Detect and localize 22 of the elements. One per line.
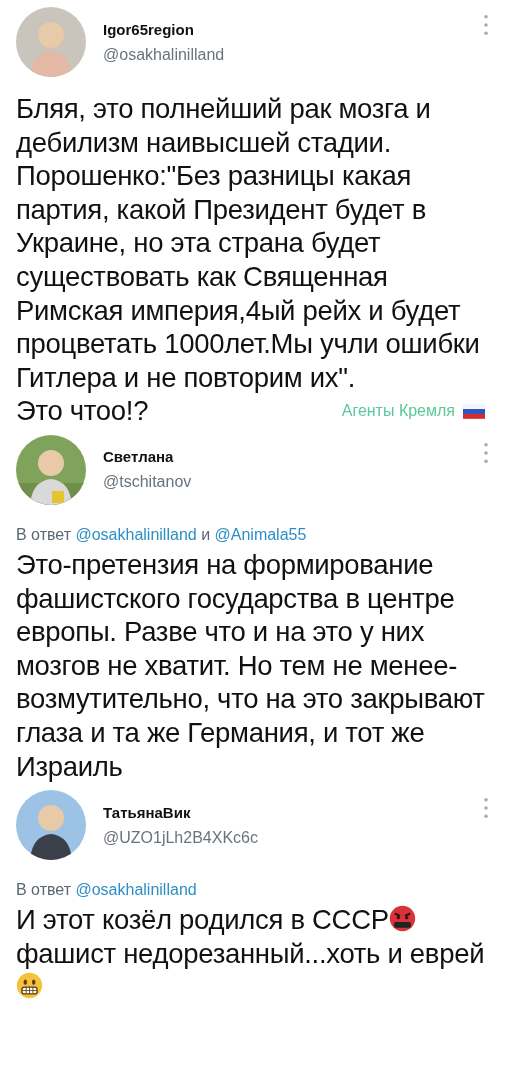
mention-link[interactable]: @osakhalinilland [75, 881, 197, 899]
tag-label: Агенты Кремля [341, 402, 455, 421]
tweet-text: Бляя, это полнейший рак мозга и дебилизм наивысшей стадии. Порошенко:"Без разницы какая партия, какой Президент будет в Украине, но эта страна будет существовать как Священная Римская империя,4ый рейх и будет процветать 1000лет.Мы учли ошибки Гитлера и не повторим их". [16, 92, 481, 395]
mention-link[interactable]: @Animala55 [214, 525, 307, 543]
user-handle[interactable]: @osakhalinilland [103, 45, 483, 64]
reply-line: В ответ @osakhalinilland [16, 881, 198, 900]
tweet-text: Это-претензия на формирование фашистского государства в центре европы. Разве что и на это у них мозгов не хватит. Но тем не менее-возмутительно, что на это закрывают глаза и та же Германия, и тот же Израиль [16, 547, 486, 784]
mention-link[interactable]: @osakhalinilland [75, 525, 197, 543]
more-icon[interactable] [483, 797, 489, 820]
grimacing-face-icon [16, 972, 43, 1000]
reply-line: В ответ @osakhalinilland и @Animala55 [16, 525, 308, 544]
angry-face-icon [388, 905, 416, 933]
user-name[interactable]: Светлана [103, 448, 483, 466]
tweet-text: И этот козёл родился в СССР фашист недорезанный...хоть и еврей [16, 903, 495, 1004]
user-handle[interactable]: @tschitanov [103, 473, 483, 492]
flag-icon [463, 403, 485, 419]
tweet-text: Это чтоо!? [16, 394, 149, 428]
more-icon[interactable] [483, 14, 489, 36]
user-name[interactable]: Igor65region [103, 20, 483, 38]
user-handle[interactable]: @UZO1jLh2B4XKc6c [103, 828, 483, 847]
more-icon[interactable] [483, 441, 489, 464]
user-name[interactable]: ТатьянаВик [103, 803, 483, 821]
